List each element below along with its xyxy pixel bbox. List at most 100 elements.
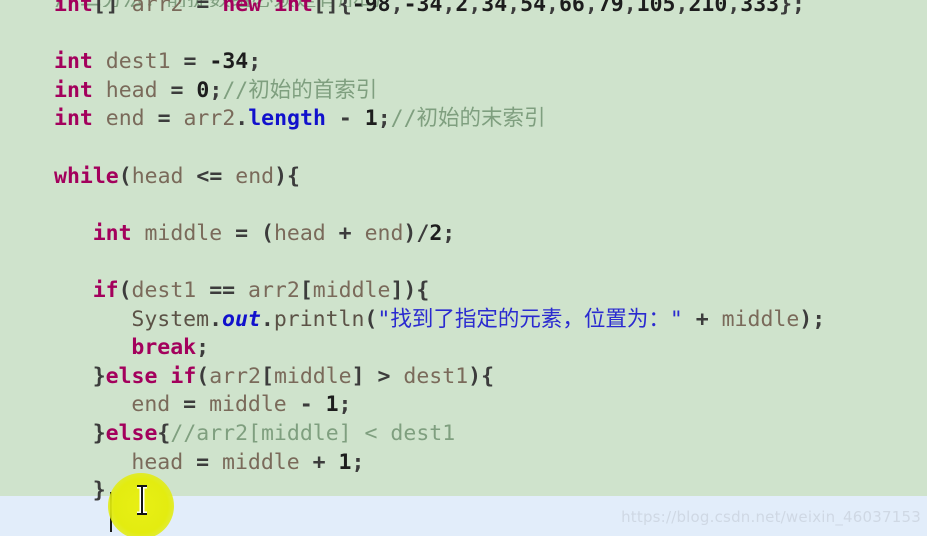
code-token: break <box>131 335 197 361</box>
code-token: while <box>54 163 119 189</box>
code-token: 1 <box>338 449 352 475</box>
code-surface[interactable]: int[] arr2 = new int[]{-98,-34,2,34,54,6… <box>0 0 927 536</box>
code-token: }; <box>779 0 805 17</box>
code-token: arr2 <box>248 277 300 303</box>
code-token: [] <box>92 0 132 17</box>
code-line[interactable]: }else if(arr2[middle] > dest1){ <box>0 363 927 392</box>
code-token: 2 <box>429 220 443 246</box>
code-token: ; <box>209 77 223 103</box>
code-token: System <box>131 306 210 332</box>
code-line[interactable]: int dest1 = -34; <box>0 48 927 77</box>
code-token: int <box>54 49 93 75</box>
code-token: + <box>682 306 722 332</box>
code-token: )/ <box>403 220 430 246</box>
code-token: = <box>144 106 184 132</box>
code-token: = <box>183 449 223 475</box>
code-line[interactable]: int end = arr2.length - 1;//初始的末索引 <box>0 105 927 134</box>
code-token: = <box>170 49 210 75</box>
code-line[interactable]: if(dest1 == arr2[middle]){ <box>0 277 927 306</box>
code-line[interactable] <box>0 20 927 49</box>
code-token: } <box>92 478 106 504</box>
code-line[interactable] <box>0 248 927 277</box>
code-token: dest1 <box>105 49 171 75</box>
code-token: middle <box>312 277 391 303</box>
code-token: -34 <box>209 49 249 75</box>
code-token: middle <box>144 220 223 246</box>
code-token: , <box>507 0 521 17</box>
code-line[interactable]: while(head <= end){ <box>0 163 927 192</box>
code-token: + <box>299 449 339 475</box>
code-token: = <box>183 0 223 17</box>
code-token: ( <box>364 306 378 332</box>
code-token: 333 <box>740 0 780 17</box>
code-token: "找到了指定的元素，位置为：" <box>377 306 683 332</box>
code-token: ]){ <box>390 277 430 303</box>
code-token: . <box>235 106 249 132</box>
code-token: = <box>170 392 210 418</box>
code-token: [ <box>261 363 274 389</box>
code-line[interactable]: System.out.println("找到了指定的元素，位置为：" + mid… <box>0 306 927 335</box>
watermark-url: https://blog.csdn.net/weixin_46037153 <box>621 508 921 526</box>
code-token: ] <box>351 363 365 389</box>
code-editor-viewport[interactable]: //二分法：前提数组必须是有序的 int[] arr2 = new int[]{… <box>0 0 927 536</box>
code-line[interactable]: break; <box>0 334 927 363</box>
code-token: } <box>92 363 106 389</box>
code-token: 66 <box>558 0 585 17</box>
code-token: , <box>390 0 404 17</box>
code-line[interactable]: end = middle - 1; <box>0 391 927 420</box>
code-token: if <box>92 277 119 303</box>
code-token: + <box>325 220 365 246</box>
code-token: , <box>675 0 689 17</box>
code-token: end <box>235 163 275 189</box>
code-token: middle <box>721 306 800 332</box>
code-token: head <box>131 449 184 475</box>
code-line[interactable]: }else{//arr2[middle] < dest1 <box>0 420 927 449</box>
code-token: head <box>273 220 326 246</box>
code-token: middle <box>273 363 352 389</box>
code-token: 2 <box>455 0 469 17</box>
code-token: new <box>222 0 262 17</box>
code-token: ; <box>377 106 391 132</box>
code-token: ){ <box>274 163 300 189</box>
code-token: , <box>584 0 598 17</box>
code-line[interactable] <box>0 191 927 220</box>
code-token: ); <box>799 306 826 332</box>
code-token: -98 <box>351 0 391 17</box>
code-token: arr2 <box>209 363 261 389</box>
code-token: length <box>248 106 326 132</box>
code-token: 1 <box>364 106 378 132</box>
code-token: 105 <box>636 0 676 17</box>
code-token: { <box>157 420 171 446</box>
code-token: 34 <box>481 0 508 17</box>
code-token: arr2 <box>131 0 184 17</box>
code-line[interactable]: int middle = (head + end)/2; <box>0 220 927 249</box>
code-token: out <box>222 306 261 332</box>
code-token: else <box>105 363 158 389</box>
i-beam-cursor-icon <box>135 485 149 515</box>
code-token: end <box>131 392 171 418</box>
code-token: , <box>442 0 456 17</box>
code-line[interactable]: int head = 0;//初始的首索引 <box>0 77 927 106</box>
code-token: ; <box>248 49 262 75</box>
code-token: - <box>286 392 326 418</box>
code-token: 210 <box>688 0 728 17</box>
code-token: -34 <box>403 0 443 17</box>
code-token: ( <box>261 220 274 246</box>
code-token: int <box>92 220 132 246</box>
code-token: else <box>105 420 158 446</box>
code-token: == <box>196 277 249 303</box>
code-line-list[interactable]: int[] arr2 = new int[]{-98,-34,2,34,54,6… <box>0 0 927 534</box>
code-token: ( <box>118 163 132 189</box>
code-token: 79 <box>597 0 624 17</box>
code-token: > <box>364 363 404 389</box>
code-line[interactable]: int[] arr2 = new int[]{-98,-34,2,34,54,6… <box>0 0 927 20</box>
code-token: ; <box>351 449 365 475</box>
code-token: = <box>222 220 261 246</box>
code-token: ; <box>338 392 352 418</box>
code-line[interactable] <box>0 134 927 163</box>
code-token: //初始的末索引 <box>390 106 546 132</box>
code-token: int <box>54 106 93 132</box>
